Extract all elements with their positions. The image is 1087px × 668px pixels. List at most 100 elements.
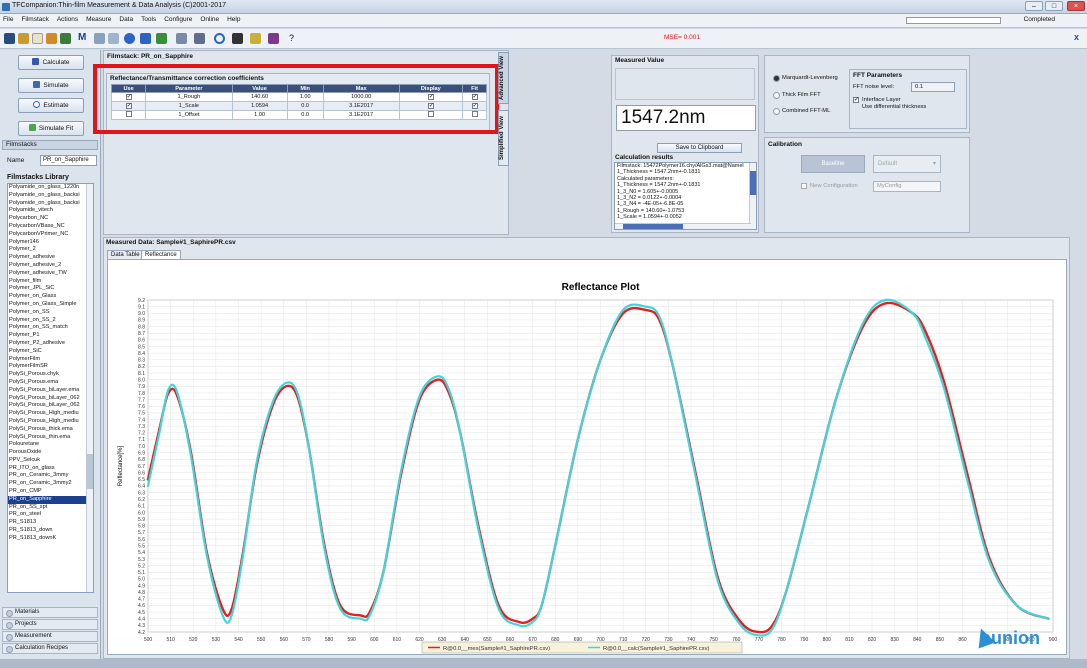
library-item[interactable]: Polymer_P1: [8, 332, 87, 340]
library-item[interactable]: PR_on_SS_spt: [8, 504, 87, 512]
library-item[interactable]: PR_S1813_downK: [8, 535, 87, 543]
library-item[interactable]: Polymer_JPL_SiC: [8, 285, 87, 293]
library-item[interactable]: PolySi_Porous_High_mediu: [8, 418, 87, 426]
menu-actions[interactable]: Actions: [54, 14, 81, 25]
library-item[interactable]: Polymer_adhesive: [8, 254, 87, 262]
library-item[interactable]: PR_on_Sapphire: [8, 495, 87, 504]
fft-noise-input[interactable]: 0.1: [911, 82, 955, 92]
calc-vscrollbar[interactable]: [749, 163, 756, 229]
library-item[interactable]: PR_S1813_down: [8, 527, 87, 535]
library-item[interactable]: PR_S1813: [8, 519, 87, 527]
library-item[interactable]: PolySi_Porous.ema: [8, 379, 87, 387]
save-to-clipboard-button[interactable]: Save to Clipboard: [657, 143, 742, 153]
radio-combined-fft-ml[interactable]: Combined FFT-ML: [773, 108, 830, 115]
library-item[interactable]: Polyamide_on_glass_backsi: [8, 192, 87, 200]
library-item[interactable]: PR_on_Ceramic_3mmy2: [8, 480, 87, 488]
new-configuration-checkbox[interactable]: New Configuration: [801, 183, 858, 189]
accordion-measurement[interactable]: Measurement: [2, 631, 98, 642]
menu-file[interactable]: File: [0, 14, 16, 25]
new-icon[interactable]: [32, 33, 43, 44]
folder-icon[interactable]: [46, 33, 57, 44]
download-icon[interactable]: [124, 33, 135, 44]
library-item[interactable]: PolySi_Porous_biLayer_062: [8, 395, 87, 403]
library-item[interactable]: Polymer_film: [8, 278, 87, 286]
target-icon[interactable]: [214, 33, 225, 44]
library-scroll-thumb[interactable]: [87, 454, 93, 489]
minimize-button[interactable]: –: [1025, 1, 1043, 11]
library-item[interactable]: PolycarbonVPrimer_NC: [8, 231, 87, 239]
library-item[interactable]: Polycarbon_NC: [8, 215, 87, 223]
menu-configure[interactable]: Configure: [161, 14, 195, 25]
library-item[interactable]: PolySi_Porous_biLayer.ema: [8, 387, 87, 395]
library-item[interactable]: Polyamide_on_glass_backsi: [8, 200, 87, 208]
menu-measure[interactable]: Measure: [83, 14, 114, 25]
calculation-results-box[interactable]: Filmstack: 15472Polymer16.chy/AlGs3.mat@…: [614, 162, 757, 230]
radio-thick-film-fft[interactable]: Thick Film FFT: [773, 92, 821, 99]
library-item[interactable]: Polymer_on_SS_match: [8, 324, 87, 332]
library-item[interactable]: PolySi_Porous_High_mediu: [8, 410, 87, 418]
radio-marquardt-levenberg[interactable]: Marquardt-Levenberg: [773, 75, 838, 82]
calc-hscroll-thumb[interactable]: [623, 224, 683, 229]
tool-icon[interactable]: [232, 33, 243, 44]
simulate-button[interactable]: Simulate: [18, 78, 84, 93]
library-item[interactable]: PolymerFilm: [8, 356, 87, 364]
library-item[interactable]: PolySi_Porous.chyk: [8, 371, 87, 379]
calibrate-icon[interactable]: [176, 33, 187, 44]
library-item[interactable]: Polymer_adhesive_2: [8, 262, 87, 270]
library-item[interactable]: Polymer146: [8, 239, 87, 247]
reflectance-plot-area[interactable]: Reflectance Plot 4.2 4.3 4.4 4.5 4.6 4.7 4.8 4.9…: [107, 259, 1067, 655]
library-item[interactable]: PR_on_CMP: [8, 488, 87, 496]
library-item[interactable]: Polymer_on_SS_2: [8, 317, 87, 325]
simulate-icon[interactable]: [194, 33, 205, 44]
menu-tools[interactable]: Tools: [138, 14, 159, 25]
library-item[interactable]: Polymer_2: [8, 246, 87, 254]
maximize-button[interactable]: □: [1045, 1, 1063, 11]
library-item[interactable]: PolymerFilmSR: [8, 363, 87, 371]
library-item[interactable]: PolySi_Porous_biLayer_062: [8, 402, 87, 410]
library-item[interactable]: Polouretane: [8, 441, 87, 449]
accordion-calculation-recipes[interactable]: Calculation Recipes: [2, 643, 98, 654]
name-field[interactable]: PR_on_Sapphire: [40, 155, 97, 166]
simulate-fit-button[interactable]: Simulate Fit: [18, 121, 84, 136]
close-window-button[interactable]: ×: [1067, 1, 1085, 11]
save-icon[interactable]: [4, 33, 15, 44]
menu-data[interactable]: Data: [116, 14, 136, 25]
accordion-projects[interactable]: Projects: [2, 619, 98, 630]
library-item[interactable]: Polyamide_on_glass_1220n: [8, 184, 87, 192]
measure-icon[interactable]: M: [78, 33, 89, 44]
filmstack-library-list[interactable]: Polyamide_on_glass_1220n Polyamide_on_gla…: [7, 183, 94, 593]
configuration-name-input[interactable]: MyConfig: [873, 181, 941, 192]
library-item[interactable]: PorousOxide: [8, 449, 87, 457]
tab-simplified-view[interactable]: Simplified View: [498, 110, 509, 166]
library-item[interactable]: PPV_Selcuk: [8, 457, 87, 465]
chart-icon[interactable]: [268, 33, 279, 44]
calibration-dropdown[interactable]: Default ▾: [873, 155, 941, 173]
library-item[interactable]: Polymer_P2_adhesive: [8, 340, 87, 348]
palette-icon[interactable]: [250, 33, 261, 44]
estimate-button[interactable]: Estimate: [18, 98, 84, 113]
library-item[interactable]: PR_on_Ceramic_3mmy: [8, 472, 87, 480]
calc-hscrollbar[interactable]: [615, 223, 751, 229]
library-item[interactable]: Polymer_SiC: [8, 348, 87, 356]
library-item[interactable]: PR_on_steel: [8, 511, 87, 519]
accordion-materials[interactable]: Materials: [2, 607, 98, 618]
calc-vscroll-thumb[interactable]: [750, 171, 756, 195]
table-icon[interactable]: [156, 33, 167, 44]
close-document-icon[interactable]: x: [1074, 32, 1079, 42]
library-item[interactable]: Polymer_on_Glass: [8, 293, 87, 301]
upload-icon[interactable]: [140, 33, 151, 44]
filmstacks-section[interactable]: Filmstacks: [2, 140, 98, 150]
import-icon[interactable]: [94, 33, 105, 44]
library-item[interactable]: PolySi_Porous_thin.ema: [8, 434, 87, 442]
library-item[interactable]: Polyamide_vitech: [8, 207, 87, 215]
menu-online[interactable]: Online: [197, 14, 222, 25]
library-item[interactable]: Polymer_adhesive_TW: [8, 270, 87, 278]
menu-help[interactable]: Help: [224, 14, 243, 25]
interface-layer-checkbox[interactable]: ✓ Interface Layer Use differential thick…: [853, 97, 926, 110]
library-item[interactable]: PolySi_Porous_thick.ema: [8, 426, 87, 434]
help-icon[interactable]: ?: [286, 33, 297, 44]
menu-filmstack[interactable]: Filmstack: [18, 14, 51, 25]
export-icon[interactable]: [108, 33, 119, 44]
grid-icon[interactable]: [60, 33, 71, 44]
open-icon[interactable]: [18, 33, 29, 44]
